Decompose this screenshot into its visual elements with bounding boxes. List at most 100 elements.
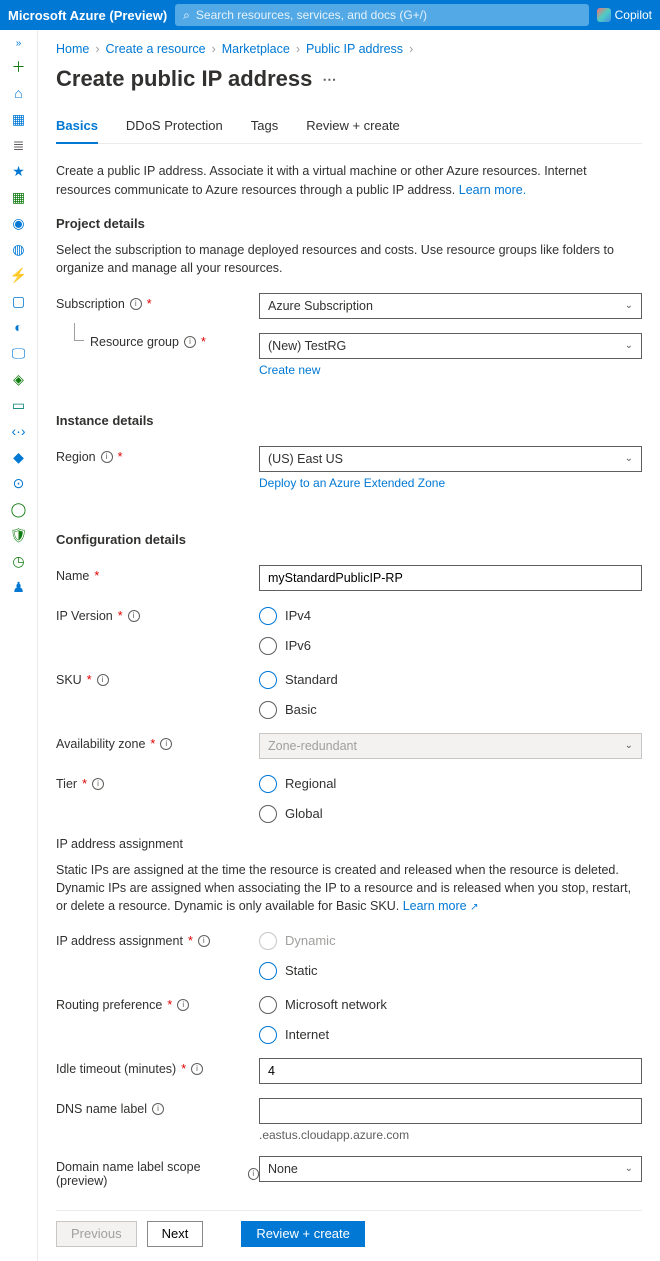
advisor-icon[interactable]: ◯ bbox=[9, 499, 29, 519]
sku-basic-radio[interactable]: Basic bbox=[259, 701, 642, 719]
learn-more-ip-link[interactable]: Learn more ↗ bbox=[403, 899, 479, 913]
more-actions-icon[interactable]: ⋯ bbox=[322, 71, 336, 88]
availability-zone-label: Availability zone * i bbox=[56, 733, 259, 751]
expand-rail-icon[interactable]: » bbox=[16, 38, 22, 49]
info-icon[interactable]: i bbox=[160, 738, 172, 750]
left-nav-rail: » ＋ ⌂ ▦ ≣ ★ ▦ ◉ ◍ ⚡ ▢ ◐ 🖵 ◈ ▭ ‹·› ◆ ⊙ ◯ … bbox=[0, 30, 38, 1261]
cost-icon[interactable]: ◷ bbox=[9, 551, 29, 571]
ip-dynamic-radio: Dynamic bbox=[259, 932, 642, 950]
tab-review[interactable]: Review + create bbox=[306, 110, 400, 143]
tier-regional-radio[interactable]: Regional bbox=[259, 775, 642, 793]
ip-assignment-heading: IP address assignment bbox=[56, 837, 642, 851]
routing-microsoft-radio[interactable]: Microsoft network bbox=[259, 996, 642, 1014]
info-icon[interactable]: i bbox=[128, 610, 140, 622]
dns-name-input[interactable] bbox=[259, 1098, 642, 1124]
tier-global-radio[interactable]: Global bbox=[259, 805, 642, 823]
routing-internet-radio[interactable]: Internet bbox=[259, 1026, 642, 1044]
vnet-icon[interactable]: ‹·› bbox=[9, 421, 29, 441]
chevron-down-icon: ⌄ bbox=[625, 453, 633, 464]
radio-icon bbox=[259, 671, 277, 689]
external-link-icon: ↗ bbox=[470, 902, 478, 913]
network-icon[interactable]: ◈ bbox=[9, 369, 29, 389]
resource-group-select[interactable]: (New) TestRG⌄ bbox=[259, 333, 642, 359]
radio-icon bbox=[259, 1026, 277, 1044]
info-icon[interactable]: i bbox=[92, 778, 104, 790]
indent-line-icon bbox=[74, 323, 84, 341]
functions-icon[interactable]: ⚡ bbox=[9, 265, 29, 285]
subscription-label: Subscription i * bbox=[56, 293, 259, 311]
tab-ddos[interactable]: DDoS Protection bbox=[126, 110, 223, 143]
home-icon[interactable]: ⌂ bbox=[9, 83, 29, 103]
copilot-label: Copilot bbox=[615, 8, 652, 22]
info-icon[interactable]: i bbox=[198, 935, 210, 947]
extended-zone-link[interactable]: Deploy to an Azure Extended Zone bbox=[259, 476, 445, 490]
sql-icon[interactable]: ▢ bbox=[9, 291, 29, 311]
radio-icon bbox=[259, 775, 277, 793]
page-title: Create public IP address ⋯ bbox=[56, 66, 642, 92]
ipv4-radio[interactable]: IPv4 bbox=[259, 607, 642, 625]
ip-static-radio[interactable]: Static bbox=[259, 962, 642, 980]
list-icon[interactable]: ≣ bbox=[9, 135, 29, 155]
crumb-public-ip[interactable]: Public IP address bbox=[306, 42, 403, 56]
tab-tags[interactable]: Tags bbox=[251, 110, 278, 143]
security-icon[interactable]: 🛡 bbox=[9, 525, 29, 545]
dashboard-icon[interactable]: ▦ bbox=[9, 109, 29, 129]
monitor-icon[interactable]: 🖵 bbox=[9, 343, 29, 363]
learn-more-link[interactable]: Learn more. bbox=[459, 183, 526, 197]
search-icon: ⌕ bbox=[183, 8, 190, 23]
radio-icon bbox=[259, 701, 277, 719]
favorite-icon[interactable]: ★ bbox=[9, 161, 29, 181]
ad-icon[interactable]: ◆ bbox=[9, 447, 29, 467]
subscription-select[interactable]: Azure Subscription⌄ bbox=[259, 293, 642, 319]
copilot-icon bbox=[597, 8, 611, 22]
chevron-down-icon: ⌄ bbox=[625, 300, 633, 311]
dns-suffix-text: .eastus.cloudapp.azure.com bbox=[259, 1128, 409, 1142]
create-new-link[interactable]: Create new bbox=[259, 363, 320, 377]
service-icon[interactable]: ◉ bbox=[9, 213, 29, 233]
region-select[interactable]: (US) East US⌄ bbox=[259, 446, 642, 472]
config-details-heading: Configuration details bbox=[56, 532, 642, 547]
idle-timeout-input[interactable] bbox=[259, 1058, 642, 1084]
crumb-marketplace[interactable]: Marketplace bbox=[222, 42, 290, 56]
radio-icon bbox=[259, 962, 277, 980]
info-icon[interactable]: i bbox=[191, 1063, 203, 1075]
apps-icon[interactable]: ▦ bbox=[9, 187, 29, 207]
search-input[interactable] bbox=[196, 8, 581, 22]
storage-icon[interactable]: ▭ bbox=[9, 395, 29, 415]
radio-icon bbox=[259, 607, 277, 625]
copilot-button[interactable]: Copilot bbox=[597, 8, 652, 22]
info-icon[interactable]: i bbox=[130, 298, 142, 310]
info-icon[interactable]: i bbox=[177, 999, 189, 1011]
name-input[interactable] bbox=[259, 565, 642, 591]
ipv6-radio[interactable]: IPv6 bbox=[259, 637, 642, 655]
region-label: Region i * bbox=[56, 446, 259, 464]
resource-group-label: Resource group i * bbox=[90, 333, 206, 349]
sku-standard-radio[interactable]: Standard bbox=[259, 671, 642, 689]
info-icon[interactable]: i bbox=[248, 1168, 259, 1180]
tab-basics[interactable]: Basics bbox=[56, 110, 98, 143]
review-create-button[interactable]: Review + create bbox=[241, 1221, 365, 1247]
globe-icon[interactable]: ◍ bbox=[9, 239, 29, 259]
cosmos-icon[interactable]: ◐ bbox=[9, 317, 29, 337]
support-icon[interactable]: ♟ bbox=[9, 577, 29, 597]
crumb-home[interactable]: Home bbox=[56, 42, 89, 56]
chevron-down-icon: ⌄ bbox=[625, 340, 633, 351]
chevron-right-icon: › bbox=[296, 42, 300, 56]
next-button[interactable]: Next bbox=[147, 1221, 204, 1247]
crumb-create[interactable]: Create a resource bbox=[106, 42, 206, 56]
info-icon[interactable]: i bbox=[101, 451, 113, 463]
domain-scope-select[interactable]: None⌄ bbox=[259, 1156, 642, 1182]
info-icon[interactable]: i bbox=[184, 336, 196, 348]
radio-icon bbox=[259, 932, 277, 950]
info-icon[interactable]: i bbox=[152, 1103, 164, 1115]
info-icon[interactable]: i bbox=[97, 674, 109, 686]
create-icon[interactable]: ＋ bbox=[9, 57, 29, 77]
previous-button: Previous bbox=[56, 1221, 137, 1247]
insights-icon[interactable]: ⊙ bbox=[9, 473, 29, 493]
chevron-right-icon: › bbox=[212, 42, 216, 56]
ip-assignment-desc: Static IPs are assigned at the time the … bbox=[56, 861, 642, 916]
global-search[interactable]: ⌕ bbox=[175, 4, 588, 26]
top-bar: Microsoft Azure (Preview) ⌕ Copilot bbox=[0, 0, 660, 30]
chevron-right-icon: › bbox=[95, 42, 99, 56]
idle-timeout-label: Idle timeout (minutes) * i bbox=[56, 1058, 259, 1076]
